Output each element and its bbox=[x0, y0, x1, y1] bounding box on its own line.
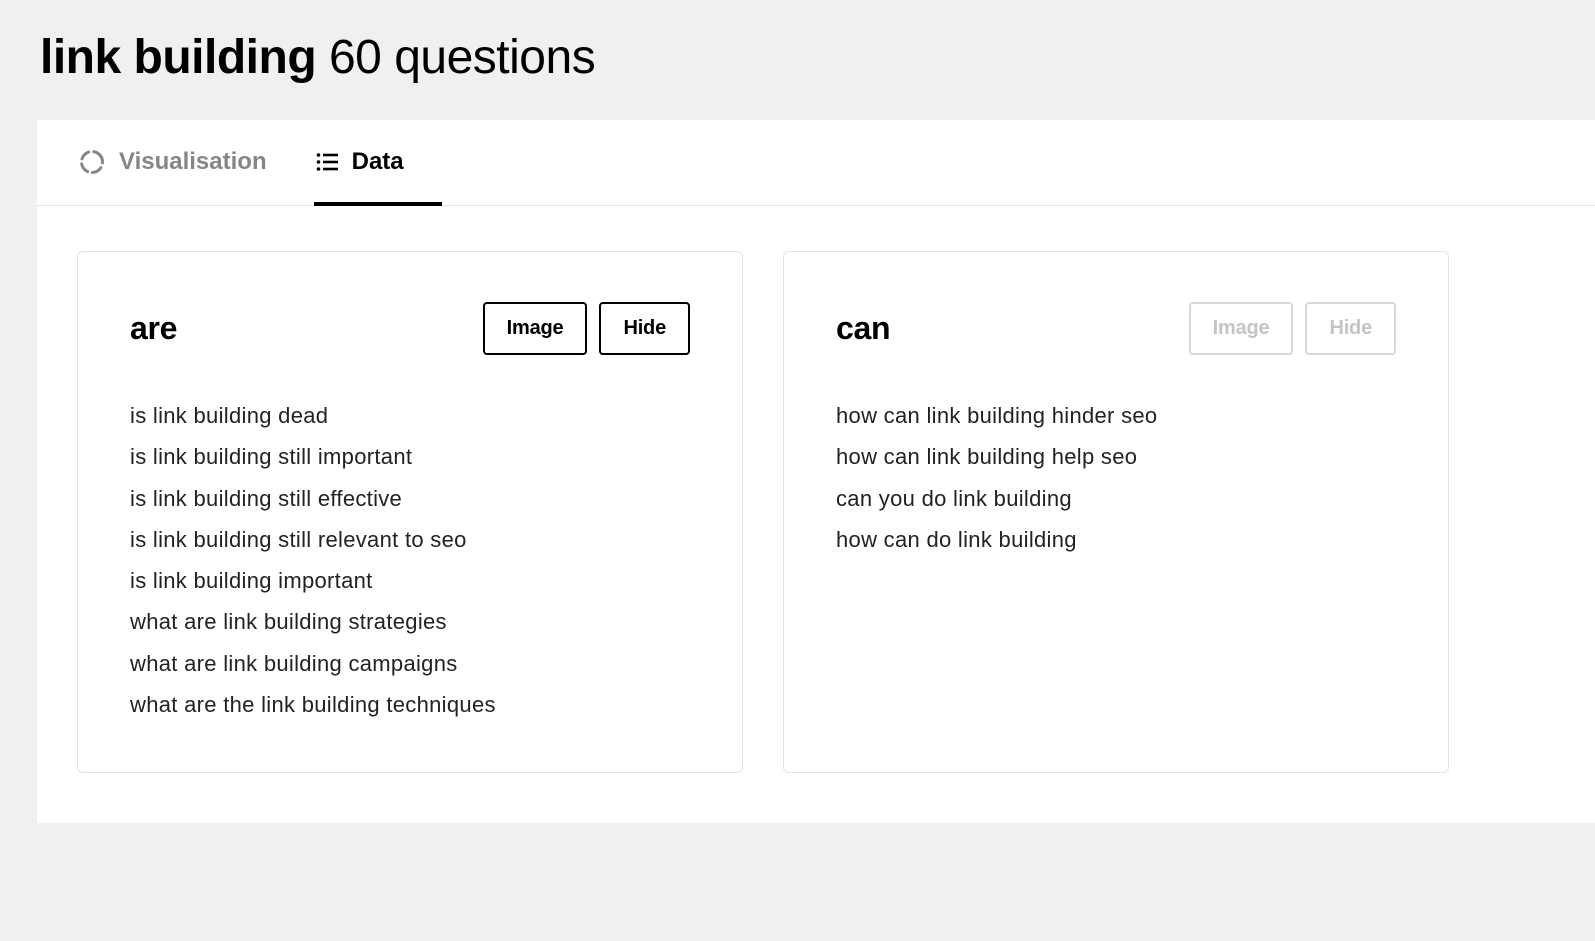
card-title: are bbox=[130, 310, 177, 347]
tab-data[interactable]: Data bbox=[314, 120, 442, 206]
visualisation-icon bbox=[79, 149, 105, 175]
tab-visualisation[interactable]: Visualisation bbox=[77, 120, 279, 206]
keyword-text: link building bbox=[40, 31, 316, 84]
image-button[interactable]: Image bbox=[483, 302, 588, 355]
question-item[interactable]: how can link building help seo bbox=[836, 444, 1396, 469]
question-item[interactable]: is link building still effective bbox=[130, 486, 690, 511]
card-actions: Image Hide bbox=[1189, 302, 1396, 355]
question-item[interactable]: how can do link building bbox=[836, 527, 1396, 552]
question-item[interactable]: what are the link building techniques bbox=[130, 692, 690, 717]
card-title: can bbox=[836, 310, 890, 347]
card-header: can Image Hide bbox=[836, 302, 1396, 355]
hide-button[interactable]: Hide bbox=[1305, 302, 1396, 355]
question-item[interactable]: can you do link building bbox=[836, 486, 1396, 511]
page-header: link building 60 questions bbox=[0, 0, 1595, 120]
question-item[interactable]: is link building still relevant to seo bbox=[130, 527, 690, 552]
question-item[interactable]: is link building dead bbox=[130, 403, 690, 428]
question-item[interactable]: how can link building hinder seo bbox=[836, 403, 1396, 428]
card-header: are Image Hide bbox=[130, 302, 690, 355]
question-item[interactable]: what are link building campaigns bbox=[130, 651, 690, 676]
tab-label: Data bbox=[352, 148, 404, 176]
content-panel: Visualisation Data are Image bbox=[37, 120, 1595, 823]
question-card-are: are Image Hide is link building dead is … bbox=[77, 251, 743, 773]
question-list: is link building dead is link building s… bbox=[130, 403, 690, 717]
list-icon bbox=[316, 151, 338, 173]
cards-container: are Image Hide is link building dead is … bbox=[37, 206, 1595, 823]
tabs: Visualisation Data bbox=[37, 120, 1595, 206]
count-label: 60 questions bbox=[329, 31, 595, 84]
page-title: link building 60 questions bbox=[40, 30, 1555, 85]
image-button[interactable]: Image bbox=[1189, 302, 1294, 355]
hide-button[interactable]: Hide bbox=[599, 302, 690, 355]
question-list: how can link building hinder seo how can… bbox=[836, 403, 1396, 552]
question-item[interactable]: what are link building strategies bbox=[130, 609, 690, 634]
question-card-can: can Image Hide how can link building hin… bbox=[783, 251, 1449, 773]
card-actions: Image Hide bbox=[483, 302, 690, 355]
question-item[interactable]: is link building still important bbox=[130, 444, 690, 469]
tab-label: Visualisation bbox=[119, 148, 267, 176]
question-item[interactable]: is link building important bbox=[130, 568, 690, 593]
